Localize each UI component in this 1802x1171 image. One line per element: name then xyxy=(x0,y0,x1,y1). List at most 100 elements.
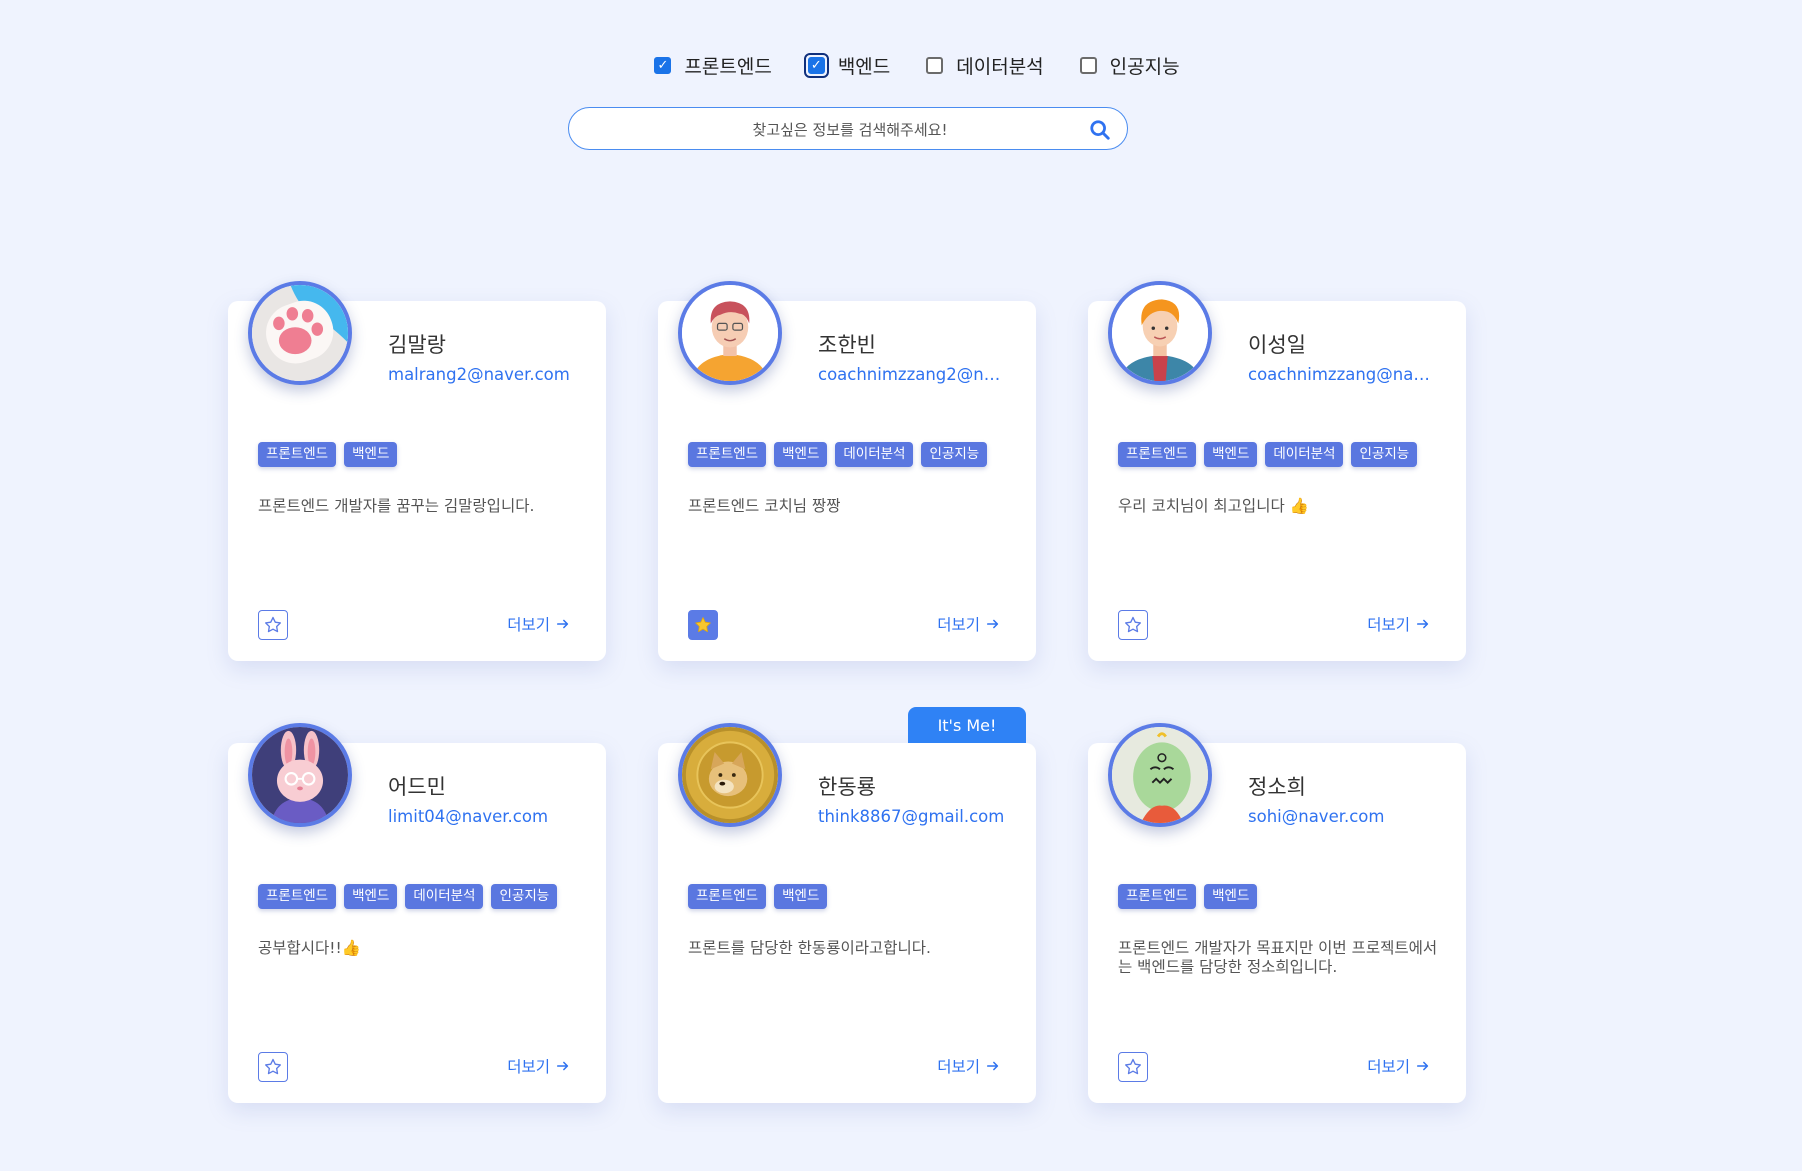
more-link[interactable]: 더보기 xyxy=(1367,613,1430,635)
star-filled-icon xyxy=(695,617,711,632)
tag-list: 프론트엔드 백엔드 데이터분석 인공지능 xyxy=(1118,442,1418,467)
more-label: 더보기 xyxy=(1367,1058,1410,1076)
profile-card: 어드민 limit04@naver.com 프론트엔드 백엔드 데이터분석 인공… xyxy=(228,723,606,1103)
tag: 프론트엔드 xyxy=(688,442,767,467)
star-outline-icon xyxy=(1125,1058,1141,1075)
star-outline-icon xyxy=(265,1058,281,1075)
search-input[interactable] xyxy=(569,108,1131,151)
favorite-button[interactable] xyxy=(258,1052,288,1082)
tag: 백엔드 xyxy=(344,884,398,909)
profile-name: 정소희 xyxy=(1248,775,1306,799)
favorite-button[interactable] xyxy=(688,610,718,640)
profile-email[interactable]: think8867@gmail.com xyxy=(818,807,1008,826)
profile-description: 프론트엔드 코치님 짱짱 xyxy=(688,497,841,515)
man-glasses-avatar-image xyxy=(682,285,778,381)
star-outline-icon xyxy=(1125,616,1141,633)
more-label: 더보기 xyxy=(1367,616,1410,634)
tag: 백엔드 xyxy=(344,442,398,467)
filter-ai[interactable]: 인공지능 xyxy=(1078,52,1180,79)
tag-list: 프론트엔드 백엔드 xyxy=(1118,884,1258,909)
profile-name: 조한빈 xyxy=(818,333,876,357)
profile-card: 정소희 sohi@naver.com 프론트엔드 백엔드 프론트엔드 개발자가 … xyxy=(1088,723,1466,1103)
profile-description: 프론트엔드 개발자를 꿈꾸는 김말랑입니다. xyxy=(258,497,535,515)
tag: 백엔드 xyxy=(1204,442,1258,467)
filter-label: 인공지능 xyxy=(1109,56,1180,78)
rabbit-avatar-image xyxy=(252,727,348,823)
tag-list: 프론트엔드 백엔드 xyxy=(688,884,828,909)
man-orange-hair-avatar-image xyxy=(1112,285,1208,381)
filter-bar: 프론트엔드 백엔드 데이터분석 인공지능 xyxy=(0,52,1802,79)
tag: 인공지능 xyxy=(921,442,988,467)
green-character-avatar-image xyxy=(1112,727,1208,823)
tag: 백엔드 xyxy=(774,442,828,467)
search-bar xyxy=(568,107,1131,151)
avatar xyxy=(1108,281,1212,385)
profile-name: 어드민 xyxy=(388,775,446,799)
more-label: 더보기 xyxy=(937,1058,980,1076)
profile-card: 김말랑 malrang2@naver.com 프론트엔드 백엔드 프론트엔드 개… xyxy=(228,281,606,661)
tag-list: 프론트엔드 백엔드 데이터분석 인공지능 xyxy=(258,884,558,909)
filter-frontend[interactable]: 프론트엔드 xyxy=(652,52,772,79)
paw-avatar-image xyxy=(252,285,348,381)
favorite-button[interactable] xyxy=(1118,1052,1148,1082)
more-label: 더보기 xyxy=(937,616,980,634)
filter-label: 프론트엔드 xyxy=(684,56,772,78)
profile-name: 이성일 xyxy=(1248,333,1306,357)
tag: 프론트엔드 xyxy=(688,884,767,909)
avatar xyxy=(678,723,782,827)
tag: 프론트엔드 xyxy=(1118,884,1197,909)
tag: 데이터분석 xyxy=(835,442,914,467)
profile-description: 공부합시다!!👍 xyxy=(258,939,362,957)
profile-card: 이성일 coachnimzzang@naver.com 프론트엔드 백엔드 데이… xyxy=(1088,281,1466,661)
arrow-right-icon xyxy=(1416,619,1429,629)
doge-coin-avatar-image xyxy=(682,727,778,823)
more-label: 더보기 xyxy=(507,616,550,634)
avatar xyxy=(248,281,352,385)
arrow-right-icon xyxy=(986,619,999,629)
tag: 백엔드 xyxy=(1204,884,1258,909)
profile-email[interactable]: coachnimzzang@naver.com xyxy=(1248,365,1438,384)
tag: 백엔드 xyxy=(774,884,828,909)
profile-name: 김말랑 xyxy=(388,333,446,357)
data-analysis-checkbox[interactable] xyxy=(926,57,944,74)
tag: 데이터분석 xyxy=(405,884,484,909)
arrow-right-icon xyxy=(1416,1061,1429,1071)
tag: 프론트엔드 xyxy=(258,442,337,467)
profile-description: 우리 코치님이 최고입니다 👍 xyxy=(1118,497,1309,515)
frontend-checkbox[interactable] xyxy=(654,57,672,74)
more-link[interactable]: 더보기 xyxy=(1367,1055,1430,1077)
profile-email[interactable]: sohi@naver.com xyxy=(1248,807,1438,826)
profile-email[interactable]: limit04@naver.com xyxy=(388,807,578,826)
profile-card: It's Me! 한동룡 think8867@gmail.com 프론트엔드 백… xyxy=(658,707,1036,1103)
tag-list: 프론트엔드 백엔드 데이터분석 인공지능 xyxy=(688,442,988,467)
profile-description: 프론트엔드 개발자가 목표지만 이번 프로젝트에서는 백엔드를 담당한 정소희입… xyxy=(1118,939,1438,976)
arrow-right-icon xyxy=(556,1061,569,1071)
avatar xyxy=(248,723,352,827)
filter-backend[interactable]: 백엔드 xyxy=(803,52,891,79)
more-link[interactable]: 더보기 xyxy=(937,1055,1000,1077)
arrow-right-icon xyxy=(986,1061,999,1071)
favorite-button[interactable] xyxy=(258,610,288,640)
more-link[interactable]: 더보기 xyxy=(507,613,570,635)
more-link[interactable]: 더보기 xyxy=(937,613,1000,635)
backend-checkbox[interactable] xyxy=(807,57,825,74)
favorite-button[interactable] xyxy=(1118,610,1148,640)
tag: 프론트엔드 xyxy=(1118,442,1197,467)
ai-checkbox[interactable] xyxy=(1079,57,1097,74)
more-link[interactable]: 더보기 xyxy=(507,1055,570,1077)
avatar xyxy=(1108,723,1212,827)
avatar xyxy=(678,281,782,385)
filter-data-analysis[interactable]: 데이터분석 xyxy=(924,52,1044,79)
filter-label: 데이터분석 xyxy=(956,56,1044,78)
tag: 인공지능 xyxy=(1351,442,1418,467)
arrow-right-icon xyxy=(556,619,569,629)
profile-description: 프론트를 담당한 한동룡이라고합니다. xyxy=(688,939,931,957)
profile-email[interactable]: coachnimzzang2@naver.com xyxy=(818,365,1008,384)
profile-name: 한동룡 xyxy=(818,775,876,799)
profile-email[interactable]: malrang2@naver.com xyxy=(388,365,578,384)
tag: 인공지능 xyxy=(491,884,558,909)
tag: 프론트엔드 xyxy=(258,884,337,909)
search-icon[interactable] xyxy=(1089,119,1111,141)
filter-label: 백엔드 xyxy=(837,56,891,78)
star-outline-icon xyxy=(265,616,281,633)
